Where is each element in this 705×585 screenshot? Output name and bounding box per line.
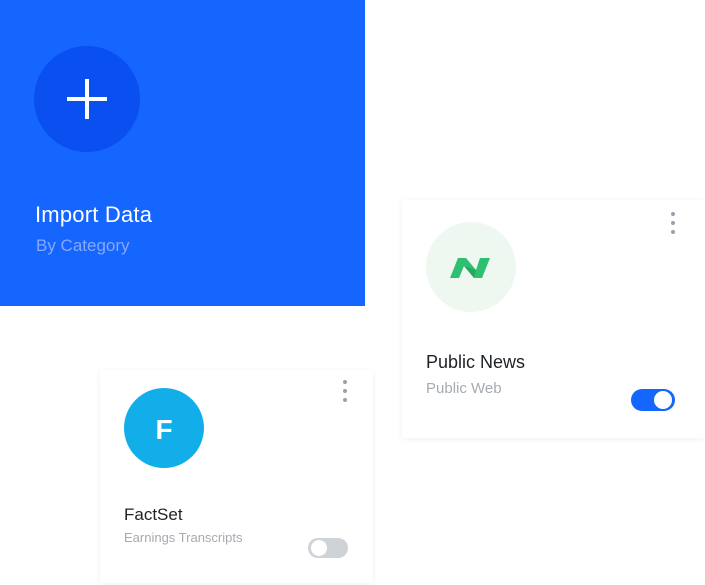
plus-icon[interactable] (34, 46, 140, 152)
source-subtitle: Public Web (426, 380, 502, 397)
toggle-knob (311, 540, 327, 556)
more-options-icon[interactable] (342, 380, 348, 406)
more-options-icon[interactable] (670, 212, 676, 238)
public-news-logo (426, 222, 516, 312)
source-card-factset[interactable]: F FactSet Earnings Transcripts (100, 370, 373, 583)
factset-logo-letter: F (155, 414, 172, 445)
import-card-subtitle: By Category (36, 236, 130, 255)
factset-logo: F (124, 388, 204, 468)
source-toggle[interactable] (308, 538, 348, 558)
import-data-card[interactable]: Import Data By Category (0, 0, 365, 306)
source-title: FactSet (124, 505, 183, 524)
toggle-knob (654, 391, 672, 409)
source-subtitle: Earnings Transcripts (124, 530, 243, 545)
import-card-title: Import Data (35, 202, 153, 227)
source-title: Public News (426, 352, 526, 372)
source-toggle[interactable] (631, 389, 675, 411)
source-card-public-news[interactable]: Public News Public Web (402, 200, 705, 438)
